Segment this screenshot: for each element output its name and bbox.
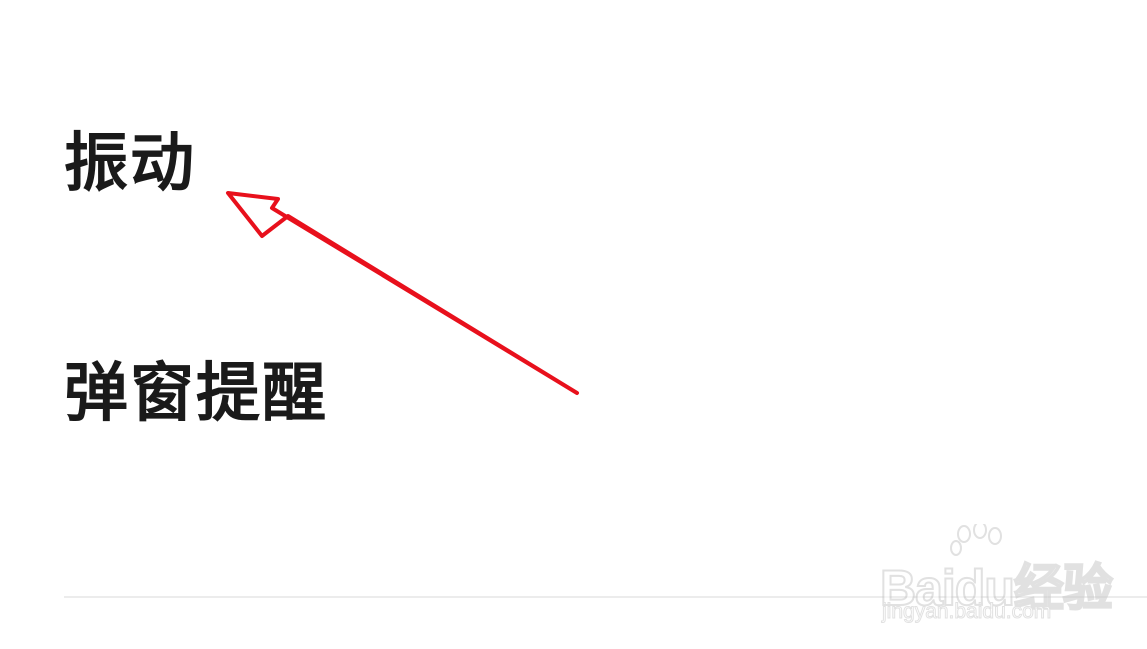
setting-item-vibration[interactable]: 振动 [64, 132, 196, 196]
settings-screen: 振动 弹窗提醒 Baidu经验 jingyan.baidu.com [0, 0, 1147, 649]
baidu-watermark: Baidu经验 jingyan.baidu.com [876, 524, 1116, 634]
setting-item-popup-reminder[interactable]: 弹窗提醒 [64, 362, 328, 426]
watermark-url: jingyan.baidu.com [881, 600, 1052, 624]
